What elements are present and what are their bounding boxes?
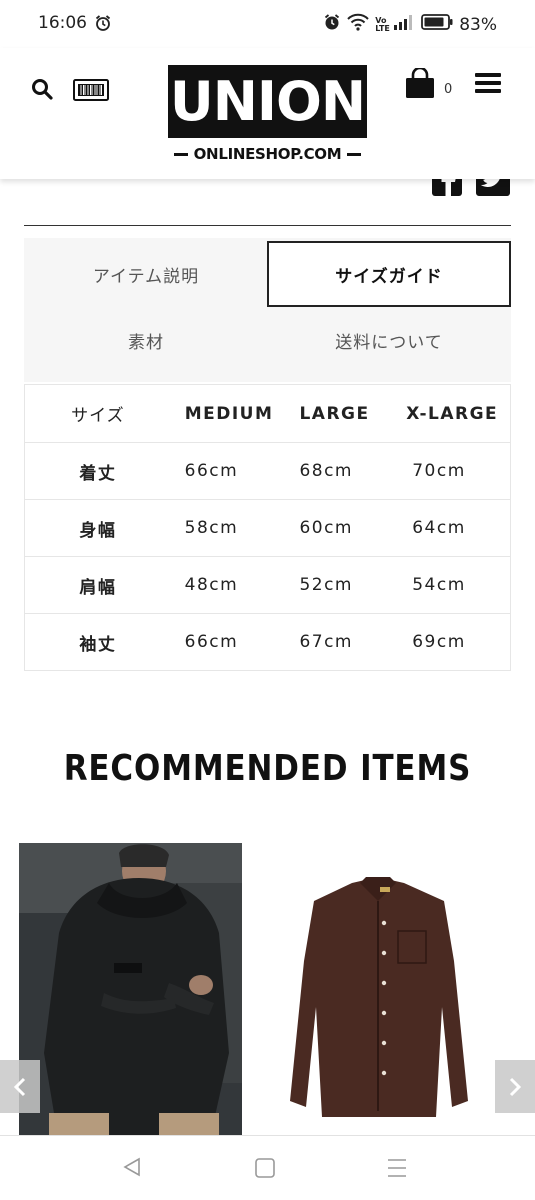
- cell-xlarge: 69cm: [412, 632, 466, 652]
- logo-main-text: UNION: [168, 65, 367, 138]
- cell-large: 60cm: [299, 518, 353, 538]
- back-icon[interactable]: [121, 1156, 143, 1182]
- status-indicators: Vo LTE 83%: [323, 13, 497, 36]
- product-card-corduroy-shirt[interactable]: [262, 843, 494, 1143]
- barcode-scanner-icon[interactable]: [73, 78, 109, 106]
- tab-material[interactable]: 素材: [24, 307, 268, 373]
- product-card-jacket[interactable]: [19, 843, 242, 1143]
- table-row: 身幅 58cm 60cm 64cm: [25, 499, 510, 556]
- cell-large: 52cm: [299, 575, 353, 595]
- size-table-header: サイズ MEDIUM LARGE X-LARGE: [25, 385, 510, 442]
- size-table: サイズ MEDIUM LARGE X-LARGE 着丈 66cm 68cm 70…: [24, 384, 511, 671]
- chevron-right-icon: [509, 1077, 522, 1096]
- battery-percent: 83%: [459, 14, 497, 35]
- recommended-items-title: RECOMMENDED ITEMS: [63, 748, 472, 789]
- shirt-photo: [262, 843, 494, 1143]
- site-header: UNION ONLINESHOP.COM 0: [0, 48, 535, 179]
- table-row: 袖丈 66cm 67cm 69cm: [25, 613, 510, 670]
- alarm-icon: [323, 13, 341, 36]
- jacket-photo: [19, 843, 242, 1143]
- recent-apps-icon[interactable]: [386, 1157, 408, 1183]
- row-label: 袖丈: [79, 634, 117, 655]
- row-label: 身幅: [79, 520, 117, 541]
- tab-shipping[interactable]: 送料について: [267, 307, 511, 373]
- cart-count: 0: [444, 82, 453, 97]
- logo-sub: ONLINESHOP.COM: [168, 144, 367, 164]
- size-header-large: LARGE: [299, 403, 370, 424]
- union-logo[interactable]: UNION ONLINESHOP.COM: [168, 65, 367, 165]
- tab-item-description[interactable]: アイテム説明: [24, 241, 268, 307]
- size-header-label: サイズ: [71, 406, 125, 426]
- status-bar: 16:06 Vo LTE 83%: [0, 0, 535, 48]
- section-divider: [24, 225, 511, 226]
- cell-xlarge: 54cm: [412, 575, 466, 595]
- cell-large: 67cm: [299, 632, 353, 652]
- chevron-left-icon: [13, 1077, 26, 1096]
- size-header-xlarge: X-LARGE: [406, 403, 499, 424]
- shopping-bag-icon[interactable]: [404, 66, 436, 104]
- wifi-icon: [347, 13, 369, 36]
- table-row: 着丈 66cm 68cm 70cm: [25, 442, 510, 499]
- size-header-medium: MEDIUM: [184, 403, 274, 424]
- status-time: 16:06: [38, 13, 87, 33]
- search-icon[interactable]: [31, 78, 53, 104]
- cell-large: 68cm: [299, 461, 353, 481]
- system-nav-bar: [0, 1135, 535, 1200]
- hamburger-menu-icon[interactable]: [475, 72, 501, 98]
- cell-medium: 58cm: [184, 518, 239, 538]
- table-row: 肩幅 48cm 52cm 54cm: [25, 556, 510, 613]
- signal-icon: [393, 14, 415, 35]
- carousel-next-button[interactable]: [495, 1060, 535, 1113]
- row-label: 着丈: [79, 463, 117, 484]
- battery-icon: [421, 14, 453, 35]
- cell-medium: 66cm: [184, 461, 239, 481]
- home-icon[interactable]: [254, 1157, 276, 1183]
- tab-size-guide[interactable]: サイズガイド: [267, 241, 511, 307]
- volte-icon: Vo LTE: [375, 15, 390, 33]
- product-info-tabs: アイテム説明 サイズガイド 素材 送料について: [24, 238, 511, 382]
- cell-xlarge: 70cm: [412, 461, 466, 481]
- row-label: 肩幅: [79, 577, 117, 598]
- cell-medium: 48cm: [184, 575, 239, 595]
- cell-medium: 66cm: [184, 632, 239, 652]
- carousel-prev-button[interactable]: [0, 1060, 40, 1113]
- alarm-clock-icon: [94, 14, 112, 36]
- cell-xlarge: 64cm: [412, 518, 466, 538]
- logo-sub-text: ONLINESHOP.COM: [193, 145, 342, 163]
